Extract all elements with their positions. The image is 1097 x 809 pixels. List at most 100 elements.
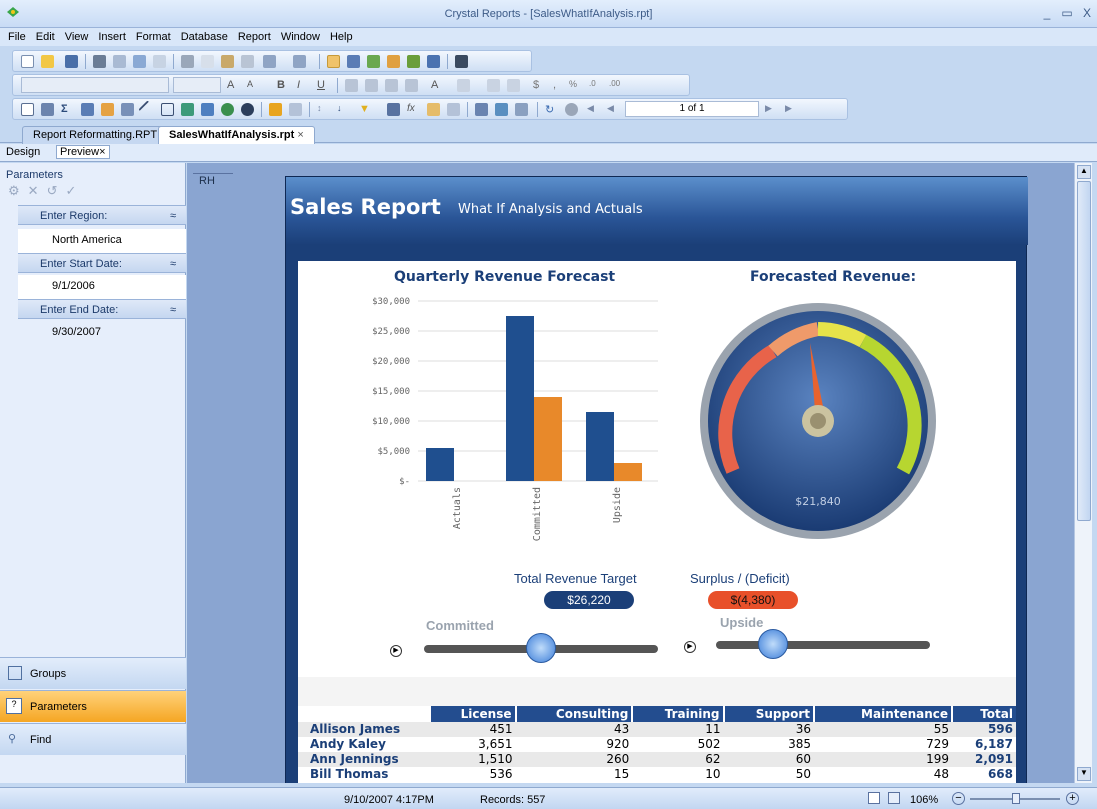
page-view-icon[interactable]: [868, 792, 880, 804]
map-icon[interactable]: [221, 103, 234, 116]
last-page-icon[interactable]: ▶: [785, 103, 798, 116]
delete-icon[interactable]: ✕: [28, 183, 39, 199]
report-options-icon[interactable]: [515, 103, 528, 116]
highlight-icon[interactable]: [487, 79, 500, 92]
play-upside-icon[interactable]: ▶: [684, 641, 696, 653]
collapse-icon[interactable]: ≈: [170, 258, 176, 270]
whole-page-icon[interactable]: [888, 792, 900, 804]
scroll-up-icon[interactable]: ▲: [1077, 165, 1091, 179]
toolbox-icon[interactable]: [407, 55, 420, 68]
menu-window[interactable]: Window: [276, 28, 325, 46]
tab-report-reformatting[interactable]: Report Reformatting.RPT: [22, 126, 169, 144]
export-icon[interactable]: [133, 55, 146, 68]
dependency-icon[interactable]: [387, 55, 400, 68]
sort-expert-icon[interactable]: ↕: [317, 103, 330, 116]
field-explorer-icon[interactable]: [347, 55, 360, 68]
database-expert-icon[interactable]: [269, 103, 282, 116]
font-select[interactable]: [21, 77, 169, 93]
menu-file[interactable]: File: [0, 28, 31, 46]
group-expert-icon[interactable]: [289, 103, 302, 116]
filter-icon[interactable]: ▼: [359, 103, 372, 116]
close-preview-icon[interactable]: ×: [99, 146, 105, 158]
copy-icon[interactable]: [201, 55, 214, 68]
text-object-icon[interactable]: [21, 103, 34, 116]
upload-icon[interactable]: [153, 55, 166, 68]
picture-icon[interactable]: [181, 103, 194, 116]
play-committed-icon[interactable]: ▶: [390, 645, 402, 657]
first-page-icon[interactable]: ◀: [587, 103, 600, 116]
tab-design[interactable]: Design: [6, 146, 40, 158]
section-expert-icon[interactable]: [387, 103, 400, 116]
previous-page-icon[interactable]: ◀: [607, 103, 620, 116]
collapse-icon[interactable]: ≈: [170, 210, 176, 222]
minimize-button[interactable]: _: [1040, 6, 1054, 20]
param-value-end-date[interactable]: 9/30/2007: [18, 321, 186, 345]
increase-decimal-icon[interactable]: .0: [589, 79, 602, 92]
format-painter-icon[interactable]: [241, 55, 254, 68]
scroll-thumb[interactable]: [1077, 181, 1091, 521]
refresh-icon[interactable]: ↻: [545, 103, 558, 116]
chart-icon[interactable]: [201, 103, 214, 116]
report-explorer-icon[interactable]: [327, 55, 340, 68]
template-icon[interactable]: [447, 103, 460, 116]
maximize-button[interactable]: ▭: [1060, 6, 1074, 20]
box-icon[interactable]: [161, 103, 174, 116]
cut-icon[interactable]: [181, 55, 194, 68]
font-size-select[interactable]: [173, 77, 221, 93]
line-icon[interactable]: [138, 100, 157, 119]
summary-icon[interactable]: Σ: [61, 103, 74, 116]
save-icon[interactable]: [65, 55, 78, 68]
decrease-decimal-icon[interactable]: .00: [609, 79, 622, 92]
repository-icon[interactable]: [367, 55, 380, 68]
grow-font-icon[interactable]: A: [227, 79, 240, 92]
upside-slider-thumb[interactable]: [758, 629, 788, 659]
param-header-region[interactable]: Enter Region: ≈: [18, 205, 186, 225]
thousands-icon[interactable]: ,: [553, 79, 566, 92]
check-icon[interactable]: ✓: [65, 183, 76, 199]
currency-icon[interactable]: $: [533, 79, 546, 92]
nav-groups[interactable]: Groups: [0, 657, 186, 689]
italic-icon[interactable]: I: [297, 79, 310, 92]
font-color-icon[interactable]: A: [431, 79, 444, 92]
align-right-icon[interactable]: [385, 79, 398, 92]
undo-icon[interactable]: [263, 55, 276, 68]
shrink-font-icon[interactable]: A: [247, 79, 260, 92]
workbench-icon[interactable]: [427, 55, 440, 68]
sort-az-icon[interactable]: ↓: [337, 103, 350, 116]
print-icon[interactable]: [93, 55, 106, 68]
justify-icon[interactable]: [405, 79, 418, 92]
open-icon[interactable]: [41, 55, 54, 68]
menu-view[interactable]: View: [60, 28, 94, 46]
new-icon[interactable]: [21, 55, 34, 68]
nav-find[interactable]: ⚲ Find: [0, 723, 186, 755]
menu-edit[interactable]: Edit: [31, 28, 60, 46]
undo-icon[interactable]: ↺: [47, 183, 58, 199]
stop-icon[interactable]: [565, 103, 578, 116]
nav-parameters[interactable]: ? Parameters: [0, 690, 186, 722]
close-button[interactable]: X: [1080, 6, 1094, 20]
menu-help[interactable]: Help: [325, 28, 358, 46]
lock-format-icon[interactable]: [507, 79, 520, 92]
print-preview-icon[interactable]: [113, 55, 126, 68]
vertical-scrollbar[interactable]: ▲ ▼: [1074, 163, 1092, 783]
next-page-icon[interactable]: ▶: [765, 103, 778, 116]
underline-icon[interactable]: U: [317, 79, 330, 92]
zoom-out-icon[interactable]: −: [952, 792, 965, 805]
param-header-end-date[interactable]: Enter End Date: ≈: [18, 299, 186, 319]
find-icon[interactable]: [455, 55, 468, 68]
cross-tab-icon[interactable]: [81, 103, 94, 116]
page-indicator[interactable]: 1 of 1: [625, 101, 759, 117]
align-left-icon[interactable]: [345, 79, 358, 92]
param-header-start-date[interactable]: Enter Start Date: ≈: [18, 253, 186, 273]
subreport-icon[interactable]: [121, 103, 134, 116]
border-icon[interactable]: [457, 79, 470, 92]
collapse-icon[interactable]: ≈: [170, 304, 176, 316]
param-value-region[interactable]: North America: [18, 229, 186, 253]
olap-icon[interactable]: [101, 103, 114, 116]
zoom-in-icon[interactable]: +: [1066, 792, 1079, 805]
group-icon[interactable]: [41, 103, 54, 116]
tab-preview[interactable]: Preview×: [56, 145, 110, 159]
export-expert-icon[interactable]: [495, 103, 508, 116]
select-expert-icon[interactable]: [475, 103, 488, 116]
menu-database[interactable]: Database: [176, 28, 233, 46]
